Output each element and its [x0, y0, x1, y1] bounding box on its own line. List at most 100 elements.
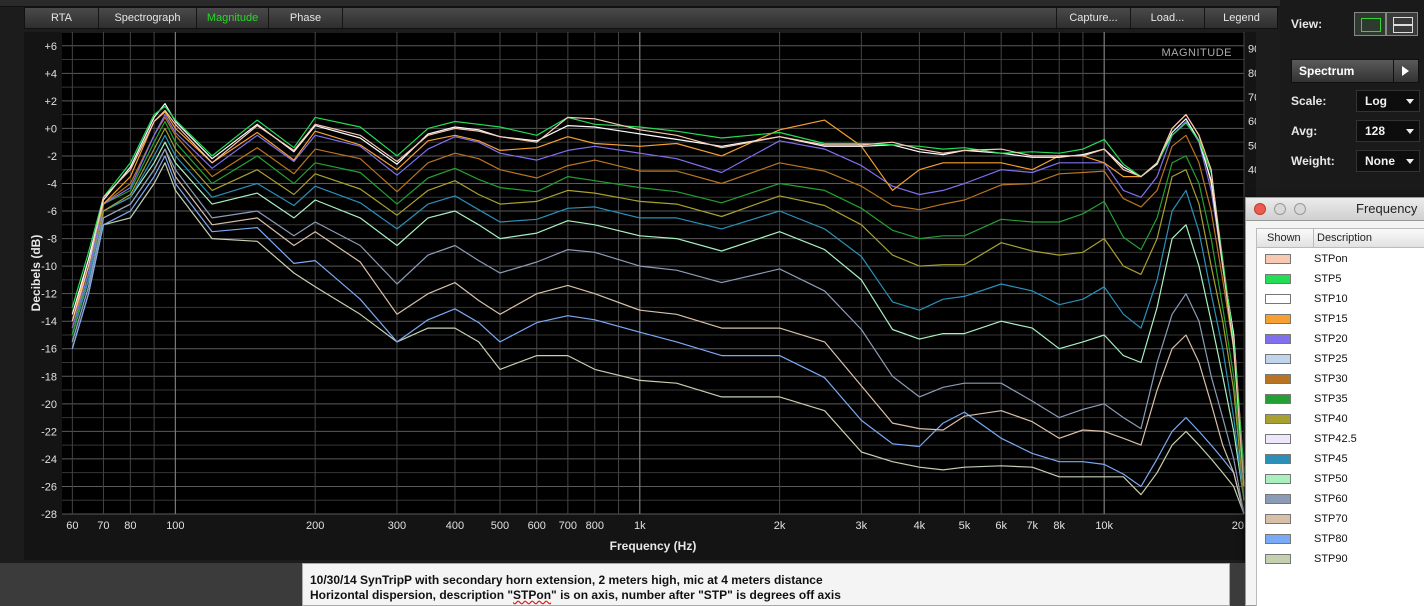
y-tick-label: -2 — [47, 151, 57, 163]
single-view-icon[interactable] — [1354, 12, 1386, 36]
x-tick-label: 400 — [446, 520, 464, 532]
legend-item[interactable]: STP70 — [1257, 509, 1424, 529]
legend-swatch[interactable] — [1265, 454, 1291, 464]
weight-select[interactable]: None — [1356, 150, 1420, 172]
legend-swatch[interactable] — [1265, 354, 1291, 364]
avg-value: 128 — [1365, 124, 1386, 138]
magnitude-chart[interactable]: +6 +4 +2 +0 -2 -4 -6 -8 -10 -12 -14 -16 -18 -20 -22 -24… — [24, 31, 1260, 560]
legend-item-label: STP42.5 — [1314, 433, 1357, 445]
zoom-icon[interactable] — [1294, 203, 1306, 215]
x-tick-label: 7k — [1026, 520, 1038, 532]
legend-item[interactable]: STP40 — [1257, 409, 1424, 429]
y-tick-label: +0 — [44, 123, 57, 135]
weight-label: Weight: — [1291, 154, 1335, 168]
legend-item[interactable]: STP15 — [1257, 309, 1424, 329]
legend-swatch[interactable] — [1265, 494, 1291, 504]
legend-swatch[interactable] — [1265, 374, 1291, 384]
legend-swatch[interactable] — [1265, 554, 1291, 564]
legend-item-label: STP60 — [1314, 493, 1348, 505]
close-icon[interactable] — [1254, 203, 1266, 215]
minimize-icon[interactable] — [1274, 203, 1286, 215]
plot-area — [62, 32, 1244, 514]
chevron-down-icon — [1406, 129, 1414, 134]
legend-swatch[interactable] — [1265, 294, 1291, 304]
legend-swatch[interactable] — [1265, 414, 1291, 424]
weight-value: None — [1365, 154, 1395, 168]
caption-box: 10/30/14 SynTripP with secondary horn ex… — [302, 563, 1230, 606]
legend-swatch[interactable] — [1265, 474, 1291, 484]
legend-swatch[interactable] — [1265, 334, 1291, 344]
magnitude-plot[interactable]: +6 +4 +2 +0 -2 -4 -6 -8 -10 -12 -14 -16 -18 -20 -22 -24… — [24, 31, 1260, 560]
legend-item-label: STP15 — [1314, 313, 1348, 325]
x-tick-label: 200 — [306, 520, 324, 532]
x-tick-label: 100 — [166, 520, 184, 532]
legend-item[interactable]: STP80 — [1257, 529, 1424, 549]
tab-magnitude[interactable]: Magnitude — [197, 8, 269, 28]
y-tick-label: -12 — [41, 289, 57, 301]
legend-swatch[interactable] — [1265, 394, 1291, 404]
y-tick-label: -16 — [41, 344, 57, 356]
y-tick-label: -26 — [41, 481, 57, 493]
legend-item-label: STP20 — [1314, 333, 1348, 345]
legend-swatch[interactable] — [1265, 254, 1291, 264]
legend-item[interactable]: STPon — [1257, 249, 1424, 269]
x-tick-label: 8k — [1053, 520, 1065, 532]
legend-item[interactable]: STP35 — [1257, 389, 1424, 409]
legend-item-label: STP25 — [1314, 353, 1348, 365]
play-icon — [1393, 60, 1418, 82]
y2-tick-label: 90 — [1248, 44, 1256, 56]
avg-select[interactable]: 128 — [1356, 120, 1420, 142]
y-axis-ticks: +6 +4 +2 +0 -2 -4 -6 -8 -10 -12 -14 -16 -18 -20 -22 -24… — [41, 41, 57, 521]
legend-item[interactable]: STP30 — [1257, 369, 1424, 389]
y-tick-label: -10 — [41, 261, 57, 273]
legend-item[interactable]: STP50 — [1257, 469, 1424, 489]
tab-spectrograph[interactable]: Spectrograph — [99, 8, 197, 28]
legend-swatch[interactable] — [1265, 514, 1291, 524]
caption-line-2-mark: STPon — [513, 588, 552, 602]
capture-button[interactable]: Capture... — [1056, 8, 1130, 28]
y2-tick-label: 40 — [1248, 165, 1256, 177]
caption-line-2-pre: Horizontal dispersion, description " — [310, 588, 514, 602]
legend-swatch[interactable] — [1265, 274, 1291, 284]
legend-swatch[interactable] — [1265, 434, 1291, 444]
tab-rta[interactable]: RTA — [25, 8, 99, 28]
view-label: View: — [1291, 17, 1323, 31]
load-button[interactable]: Load... — [1130, 8, 1204, 28]
col-description[interactable]: Description — [1313, 229, 1372, 247]
y-tick-label: -8 — [47, 234, 57, 246]
tab-phase[interactable]: Phase — [269, 8, 343, 28]
x-tick-label: 2k — [774, 520, 786, 532]
chart-title: MAGNITUDE — [1162, 47, 1233, 59]
legend-item[interactable]: STP60 — [1257, 489, 1424, 509]
legend-item[interactable]: STP45 — [1257, 449, 1424, 469]
avg-label: Avg: — [1291, 124, 1318, 138]
legend-title: Frequency — [1356, 201, 1418, 216]
y2-axis-ticks: 90 80 70 60 50 40 — [1248, 44, 1260, 177]
scale-value: Log — [1365, 94, 1387, 108]
legend-item[interactable]: STP20 — [1257, 329, 1424, 349]
scale-label: Scale: — [1291, 94, 1327, 108]
spectrum-button[interactable]: Spectrum — [1291, 59, 1419, 83]
legend-swatch[interactable] — [1265, 534, 1291, 544]
legend-swatch[interactable] — [1265, 314, 1291, 324]
col-shown[interactable]: Shown — [1267, 232, 1301, 244]
caption-line-2: Horizontal dispersion, description "STPo… — [310, 588, 841, 602]
x-tick-label: 60 — [66, 520, 78, 532]
x-tick-label: 4k — [914, 520, 926, 532]
scale-select[interactable]: Log — [1356, 90, 1420, 112]
legend-button[interactable]: Legend — [1204, 8, 1278, 28]
legend-item[interactable]: STP90 — [1257, 549, 1424, 569]
legend-item[interactable]: STP5 — [1257, 269, 1424, 289]
split-view-icon[interactable] — [1386, 12, 1418, 36]
legend-item[interactable]: STP25 — [1257, 349, 1424, 369]
title-strip — [0, 0, 1280, 7]
view-toolbar: RTA Spectrograph Magnitude Phase Capture… — [24, 7, 1278, 29]
x-tick-label: 700 — [559, 520, 577, 532]
chevron-down-icon — [1406, 159, 1414, 164]
legend-item-label: STPon — [1314, 253, 1348, 265]
y-axis-label: Decibels (dB) — [29, 235, 43, 312]
legend-titlebar[interactable]: Frequency — [1246, 198, 1424, 221]
y2-tick-label: 60 — [1248, 116, 1256, 128]
legend-item[interactable]: STP10 — [1257, 289, 1424, 309]
legend-item[interactable]: STP42.5 — [1257, 429, 1424, 449]
